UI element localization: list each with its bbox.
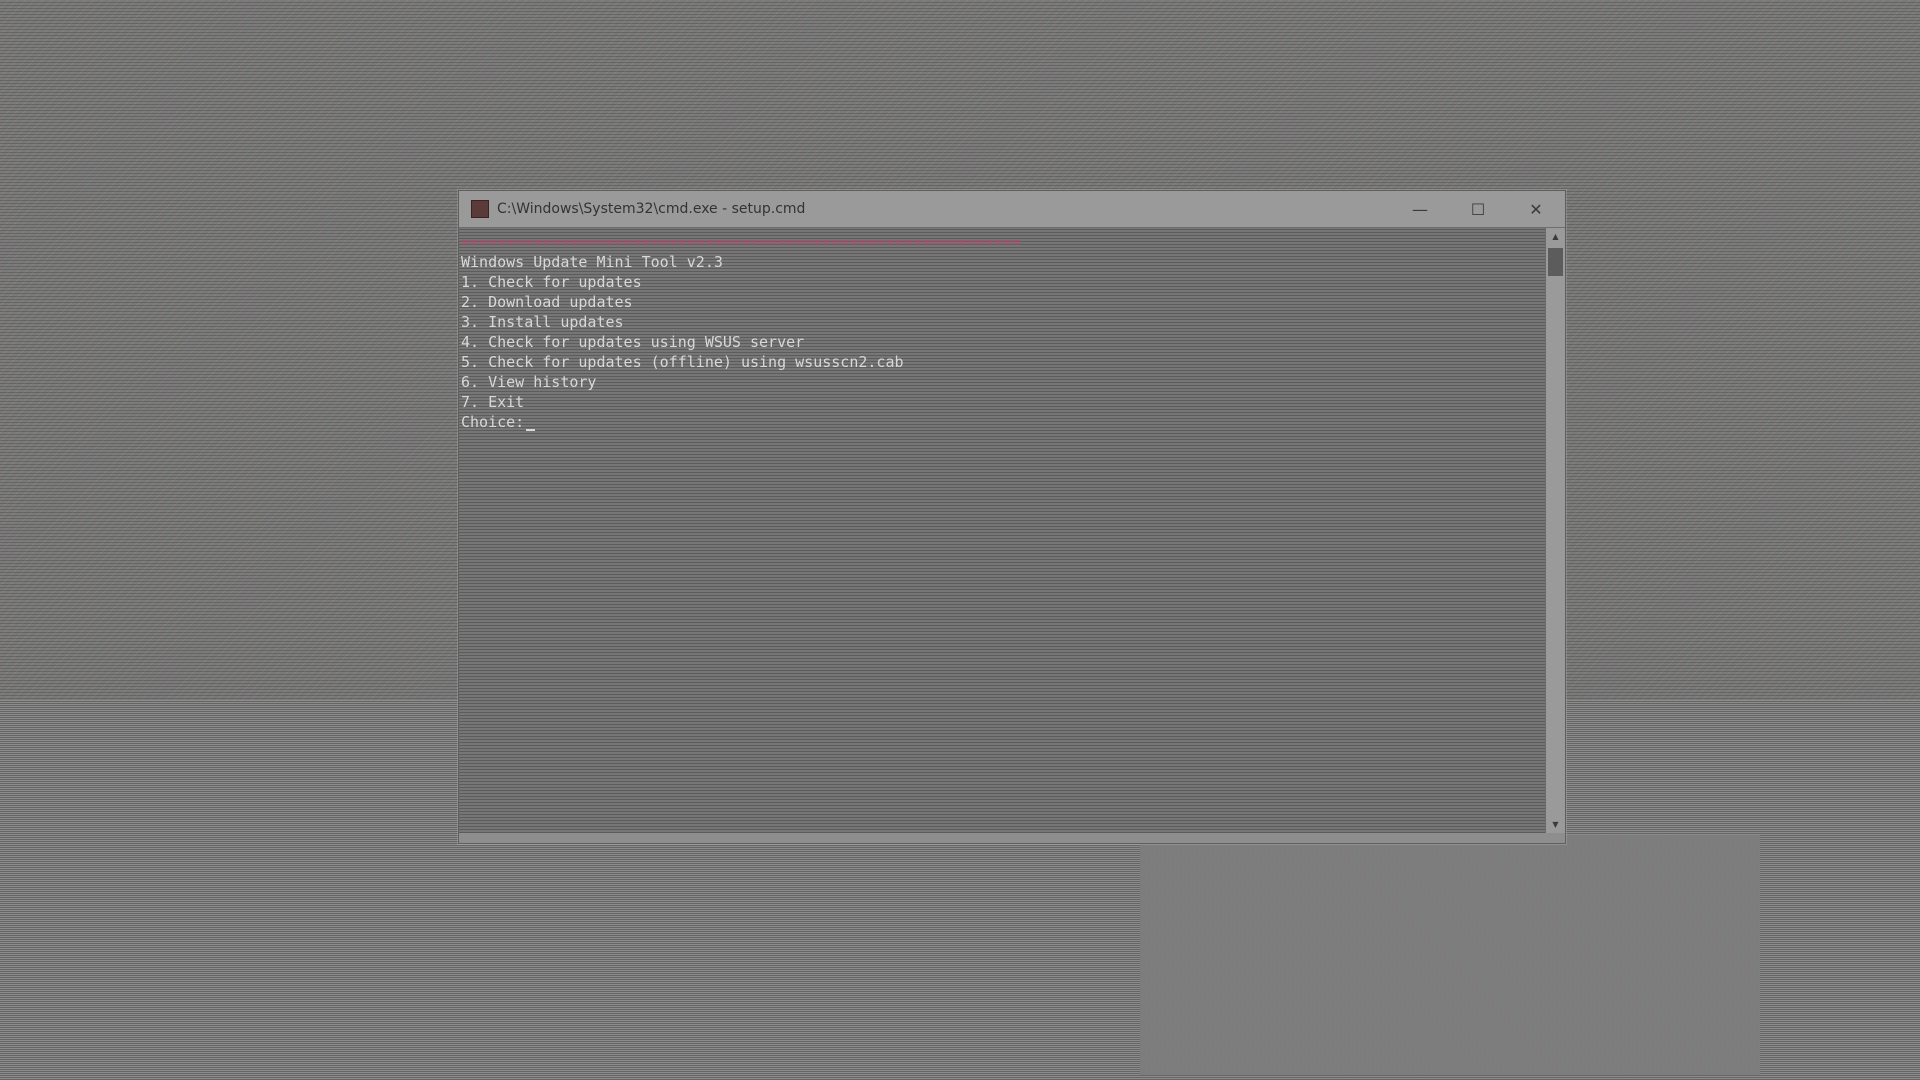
menu-option-2: 2. Download updates xyxy=(461,293,633,311)
scroll-down-icon[interactable]: ▼ xyxy=(1546,816,1565,833)
desktop-background-patch xyxy=(1140,835,1760,1075)
menu-option-7: 7. Exit xyxy=(461,393,525,411)
title-bar[interactable]: C:\Windows\System32\cmd.exe - setup.cmd … xyxy=(459,191,1565,228)
command-prompt-window[interactable]: C:\Windows\System32\cmd.exe - setup.cmd … xyxy=(458,190,1566,844)
console-separator: ========================================… xyxy=(461,233,1021,251)
menu-option-4: 4. Check for updates using WSUS server xyxy=(461,333,805,351)
close-button[interactable]: ✕ xyxy=(1507,191,1565,227)
scroll-thumb[interactable] xyxy=(1548,248,1563,276)
menu-option-6: 6. View history xyxy=(461,373,597,391)
menu-option-5: 5. Check for updates (offline) using wsu… xyxy=(461,353,904,371)
maximize-button[interactable]: ☐ xyxy=(1449,191,1507,227)
window-controls: — ☐ ✕ xyxy=(1391,191,1565,227)
menu-option-1: 1. Check for updates xyxy=(461,273,642,291)
scroll-up-icon[interactable]: ▲ xyxy=(1546,228,1565,245)
prompt-label: Choice: xyxy=(461,413,525,431)
prompt-line[interactable]: Choice: xyxy=(461,412,1021,432)
console-output[interactable]: ========================================… xyxy=(459,228,1545,833)
console-text-block: ========================================… xyxy=(461,232,1021,432)
console-header: Windows Update Mini Tool v2.3 xyxy=(461,253,723,271)
vertical-scrollbar[interactable]: ▲ ▼ xyxy=(1545,228,1565,833)
cmd-icon xyxy=(471,200,489,218)
text-cursor xyxy=(526,429,536,431)
window-title: C:\Windows\System32\cmd.exe - setup.cmd xyxy=(497,201,806,217)
menu-option-3: 3. Install updates xyxy=(461,313,624,331)
minimize-button[interactable]: — xyxy=(1391,191,1449,227)
